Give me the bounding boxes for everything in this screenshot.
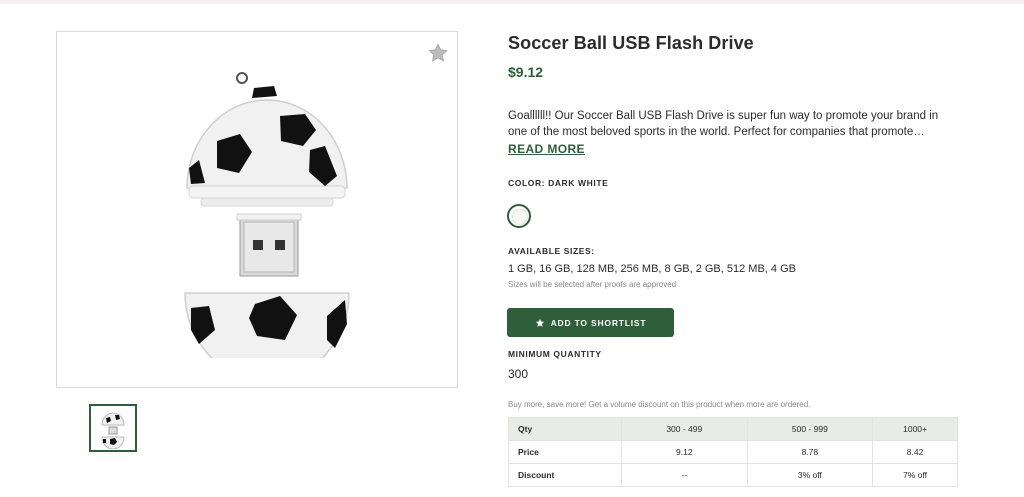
product-title: Soccer Ball USB Flash Drive <box>508 33 754 53</box>
pricing-header-row: Qty 300 - 499 500 - 999 1000+ <box>508 417 958 441</box>
shortlist-label: ADD TO SHORTLIST <box>550 317 647 328</box>
header-cell: 1000+ <box>872 417 958 441</box>
header-cell: 300 - 499 <box>621 417 748 441</box>
table-row: Discount -- 3% off 7% off <box>508 463 958 487</box>
top-bar <box>0 0 1024 4</box>
table-cell: 8.42 <box>872 440 958 464</box>
soccer-usb-thumbnail <box>101 412 125 449</box>
read-more-link[interactable]: READ MORE <box>508 142 585 156</box>
minimum-quantity-label: MINIMUM QUANTITY <box>508 349 602 359</box>
row-head-discount: Discount <box>508 463 622 487</box>
sizes-label: AVAILABLE SIZES: <box>508 246 595 256</box>
row-head-price: Price <box>508 440 622 464</box>
sizes-note: Sizes will be selected after proofs are … <box>508 280 677 289</box>
thumbnail-image[interactable] <box>89 404 137 452</box>
volume-discount-note: Buy more, save more! Get a volume discou… <box>508 400 811 409</box>
minimum-quantity-value: 300 <box>508 367 529 381</box>
table-cell: 3% off <box>746 463 874 487</box>
table-cell: 8.78 <box>746 440 874 464</box>
description-text: Goallllll!! Our Soccer Ball USB Flash Dr… <box>508 110 939 138</box>
color-label: COLOR: DARK WHITE <box>508 178 609 188</box>
favorite-star-icon[interactable] <box>427 42 449 64</box>
available-sizes: 1 GB, 16 GB, 128 MB, 256 MB, 8 GB, 2 GB,… <box>508 263 796 275</box>
pricing-table: Qty 300 - 499 500 - 999 1000+ Price 9.12… <box>508 417 958 487</box>
header-cell-qty: Qty <box>508 417 622 441</box>
add-to-shortlist-button[interactable]: ADD TO SHORTLIST <box>507 308 674 337</box>
table-row: Price 9.12 8.78 8.42 <box>508 440 958 464</box>
product-description: Goallllll!! Our Soccer Ball USB Flash Dr… <box>508 108 958 140</box>
table-cell: 9.12 <box>621 440 748 464</box>
product-price: $9.12 <box>508 64 544 80</box>
soccer-usb-illustration <box>184 72 350 358</box>
main-product-image[interactable] <box>56 31 458 388</box>
table-cell: -- <box>621 463 748 487</box>
table-cell: 7% off <box>872 463 958 487</box>
star-icon <box>535 318 544 327</box>
header-cell: 500 - 999 <box>746 417 874 441</box>
color-swatch-dark-white[interactable] <box>507 204 531 228</box>
